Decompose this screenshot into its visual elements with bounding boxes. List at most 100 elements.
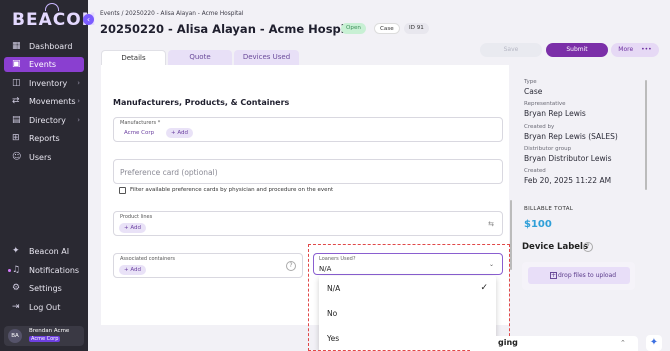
add-product-line-button[interactable]: + Add bbox=[119, 223, 147, 233]
info-icon[interactable]: ? bbox=[583, 242, 593, 252]
add-manufacturer-button[interactable]: + Add bbox=[166, 128, 194, 138]
sidebar-item-label: Notifications bbox=[29, 266, 80, 275]
submit-button[interactable]: Submit bbox=[546, 43, 608, 57]
sidebar-item-inventory[interactable]: ◫ Inventory › bbox=[4, 76, 84, 91]
tab-devices-used[interactable]: Devices Used bbox=[234, 50, 299, 65]
chevron-left-icon: ‹ bbox=[86, 15, 91, 24]
ellipsis-icon: ••• bbox=[641, 46, 652, 53]
created-by-value: Bryan Rep Lewis (SALES) bbox=[524, 132, 618, 141]
sidebar-item-label: Users bbox=[29, 153, 52, 162]
containers-label: Associated containers bbox=[120, 256, 175, 262]
bell-icon: ♫ bbox=[12, 265, 21, 275]
book-icon: ▤ bbox=[12, 115, 21, 125]
sidebar-item-reports[interactable]: ⊞ Reports bbox=[4, 131, 84, 146]
product-lines-label: Product lines bbox=[120, 214, 153, 220]
sidebar-item-label: Log Out bbox=[29, 303, 61, 312]
filter-preference-label: Filter available preference cards by phy… bbox=[130, 187, 334, 193]
sidebar-item-label: Dashboard bbox=[29, 42, 73, 51]
manufacturer-chip[interactable]: Acme Corp bbox=[119, 128, 159, 138]
created-label: Created bbox=[524, 168, 546, 174]
status-badge: Open bbox=[341, 23, 366, 34]
sidebar: BEACON ▦ Dashboard ▣ Events ◫ Inventory … bbox=[0, 0, 96, 351]
swap-icon[interactable]: ⇆ bbox=[488, 220, 494, 228]
preference-card-field[interactable]: Preference card (optional) bbox=[113, 159, 503, 184]
billable-total-label: BILLABLE TOTAL bbox=[524, 206, 574, 212]
scrollbar[interactable] bbox=[645, 80, 647, 190]
signal-icon bbox=[45, 3, 59, 11]
add-container-button[interactable]: + Add bbox=[119, 265, 147, 275]
page-title: 20250220 - Alisa Alayan - Acme Hospital bbox=[100, 22, 362, 36]
ai-assistant-button[interactable]: ✦ bbox=[646, 335, 662, 351]
sparkle-icon: ✦ bbox=[649, 337, 659, 348]
sidebar-item-label: Directory bbox=[29, 116, 66, 125]
sidebar-item-movements[interactable]: ⇄ Movements › bbox=[4, 94, 84, 109]
device-labels-title: Device Labels bbox=[522, 242, 589, 252]
manufacturers-field[interactable]: Manufacturers * Acme Corp + Add bbox=[113, 117, 503, 142]
id-badge: ID 91 bbox=[404, 23, 429, 34]
device-labels-dropzone[interactable]: + drop files to upload bbox=[522, 262, 635, 290]
sidebar-item-events[interactable]: ▣ Events bbox=[4, 57, 84, 72]
more-label: More bbox=[618, 46, 634, 53]
gear-icon: ⚙ bbox=[12, 283, 21, 293]
sidebar-item-users[interactable]: ☺ Users bbox=[4, 150, 84, 165]
upload-icon: + bbox=[550, 272, 557, 279]
type-badge: Case bbox=[374, 23, 400, 34]
tab-quote[interactable]: Quote bbox=[168, 50, 232, 65]
created-by-label: Created by bbox=[524, 124, 555, 130]
notification-dot bbox=[8, 269, 11, 272]
logout-icon: ⇥ bbox=[12, 302, 20, 312]
scrollbar[interactable] bbox=[510, 200, 512, 270]
breadcrumb[interactable]: Events / 20250220 - Alisa Alayan - Acme … bbox=[100, 11, 243, 17]
user-name: Brendan Acme bbox=[29, 328, 70, 334]
sidebar-item-label: Events bbox=[29, 60, 57, 69]
preference-card-placeholder: Preference card (optional) bbox=[120, 168, 218, 177]
avatar: BA bbox=[8, 329, 22, 343]
upload-button[interactable]: + drop files to upload bbox=[528, 267, 630, 284]
chevron-right-icon: › bbox=[77, 79, 80, 87]
created-value: Feb 20, 2025 11:22 AM bbox=[524, 176, 612, 185]
sidebar-item-label: Reports bbox=[29, 134, 60, 143]
product-lines-field[interactable]: Product lines + Add ⇆ bbox=[113, 211, 503, 236]
bottom-panel-title: ging bbox=[498, 338, 518, 347]
sidebar-item-label: Settings bbox=[29, 284, 62, 293]
distributor-group-value: Bryan Distributor Lewis bbox=[524, 154, 612, 163]
sidebar-item-directory[interactable]: ▤ Directory › bbox=[4, 113, 84, 128]
sidebar-item-beacon-ai[interactable]: ✦ Beacon AI bbox=[4, 244, 84, 259]
manufacturers-label: Manufacturers * bbox=[120, 120, 161, 126]
tab-details[interactable]: Details bbox=[101, 50, 166, 65]
user-org-badge: Acme Corp bbox=[29, 336, 61, 342]
chart-icon: ⊞ bbox=[12, 133, 20, 143]
sidebar-item-label: Beacon AI bbox=[29, 247, 70, 256]
section-title: Manufacturers, Products, & Containers bbox=[113, 98, 290, 107]
more-button[interactable]: More ••• bbox=[611, 43, 659, 57]
type-label: Type bbox=[524, 79, 537, 85]
help-icon[interactable]: ? bbox=[286, 261, 296, 271]
calendar-icon: ▣ bbox=[12, 59, 21, 69]
sidebar-item-notifications[interactable]: ♫ Notifications bbox=[4, 263, 84, 278]
associated-containers-field[interactable]: Associated containers + Add ? bbox=[113, 253, 303, 278]
distributor-group-label: Distributor group bbox=[524, 146, 572, 152]
bottom-panel[interactable] bbox=[470, 336, 638, 351]
collapse-sidebar-button[interactable]: ‹ bbox=[83, 14, 94, 25]
upload-label: drop files to upload bbox=[558, 272, 617, 279]
user-menu[interactable]: BA Brendan Acme Acme Corp bbox=[4, 326, 84, 346]
dashboard-icon: ▦ bbox=[12, 41, 21, 51]
sidebar-item-label: Movements bbox=[29, 97, 76, 106]
representative-label: Representative bbox=[524, 101, 566, 107]
chevron-up-icon[interactable]: ⌃ bbox=[620, 339, 626, 347]
sparkle-icon: ✦ bbox=[12, 246, 20, 256]
arrows-icon: ⇄ bbox=[12, 96, 20, 106]
highlight-box bbox=[308, 244, 510, 351]
sidebar-item-logout[interactable]: ⇥ Log Out bbox=[4, 300, 84, 315]
filter-preference-checkbox[interactable] bbox=[119, 187, 126, 194]
representative-value: Bryan Rep Lewis bbox=[524, 109, 586, 118]
chevron-right-icon: › bbox=[77, 97, 80, 105]
billable-total-value: $100 bbox=[524, 219, 552, 230]
box-icon: ◫ bbox=[12, 78, 21, 88]
type-value: Case bbox=[524, 87, 543, 96]
sidebar-item-label: Inventory bbox=[29, 79, 68, 88]
save-button[interactable]: Save bbox=[480, 43, 542, 57]
chevron-right-icon: › bbox=[77, 116, 80, 124]
sidebar-item-settings[interactable]: ⚙ Settings bbox=[4, 281, 84, 296]
sidebar-item-dashboard[interactable]: ▦ Dashboard bbox=[4, 39, 84, 54]
